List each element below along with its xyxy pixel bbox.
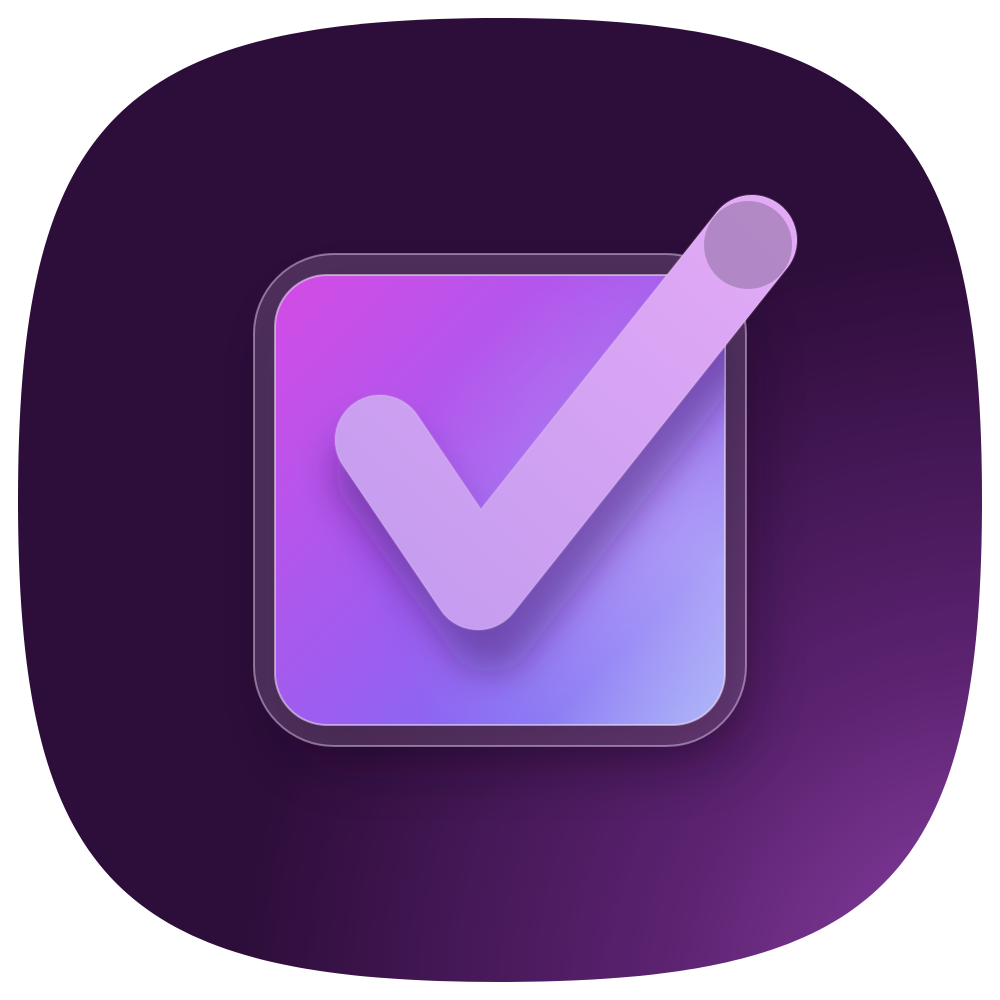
checkbox-checked-icon xyxy=(18,18,982,982)
check-tip-shade xyxy=(704,201,792,289)
app-icon xyxy=(0,0,1000,1000)
